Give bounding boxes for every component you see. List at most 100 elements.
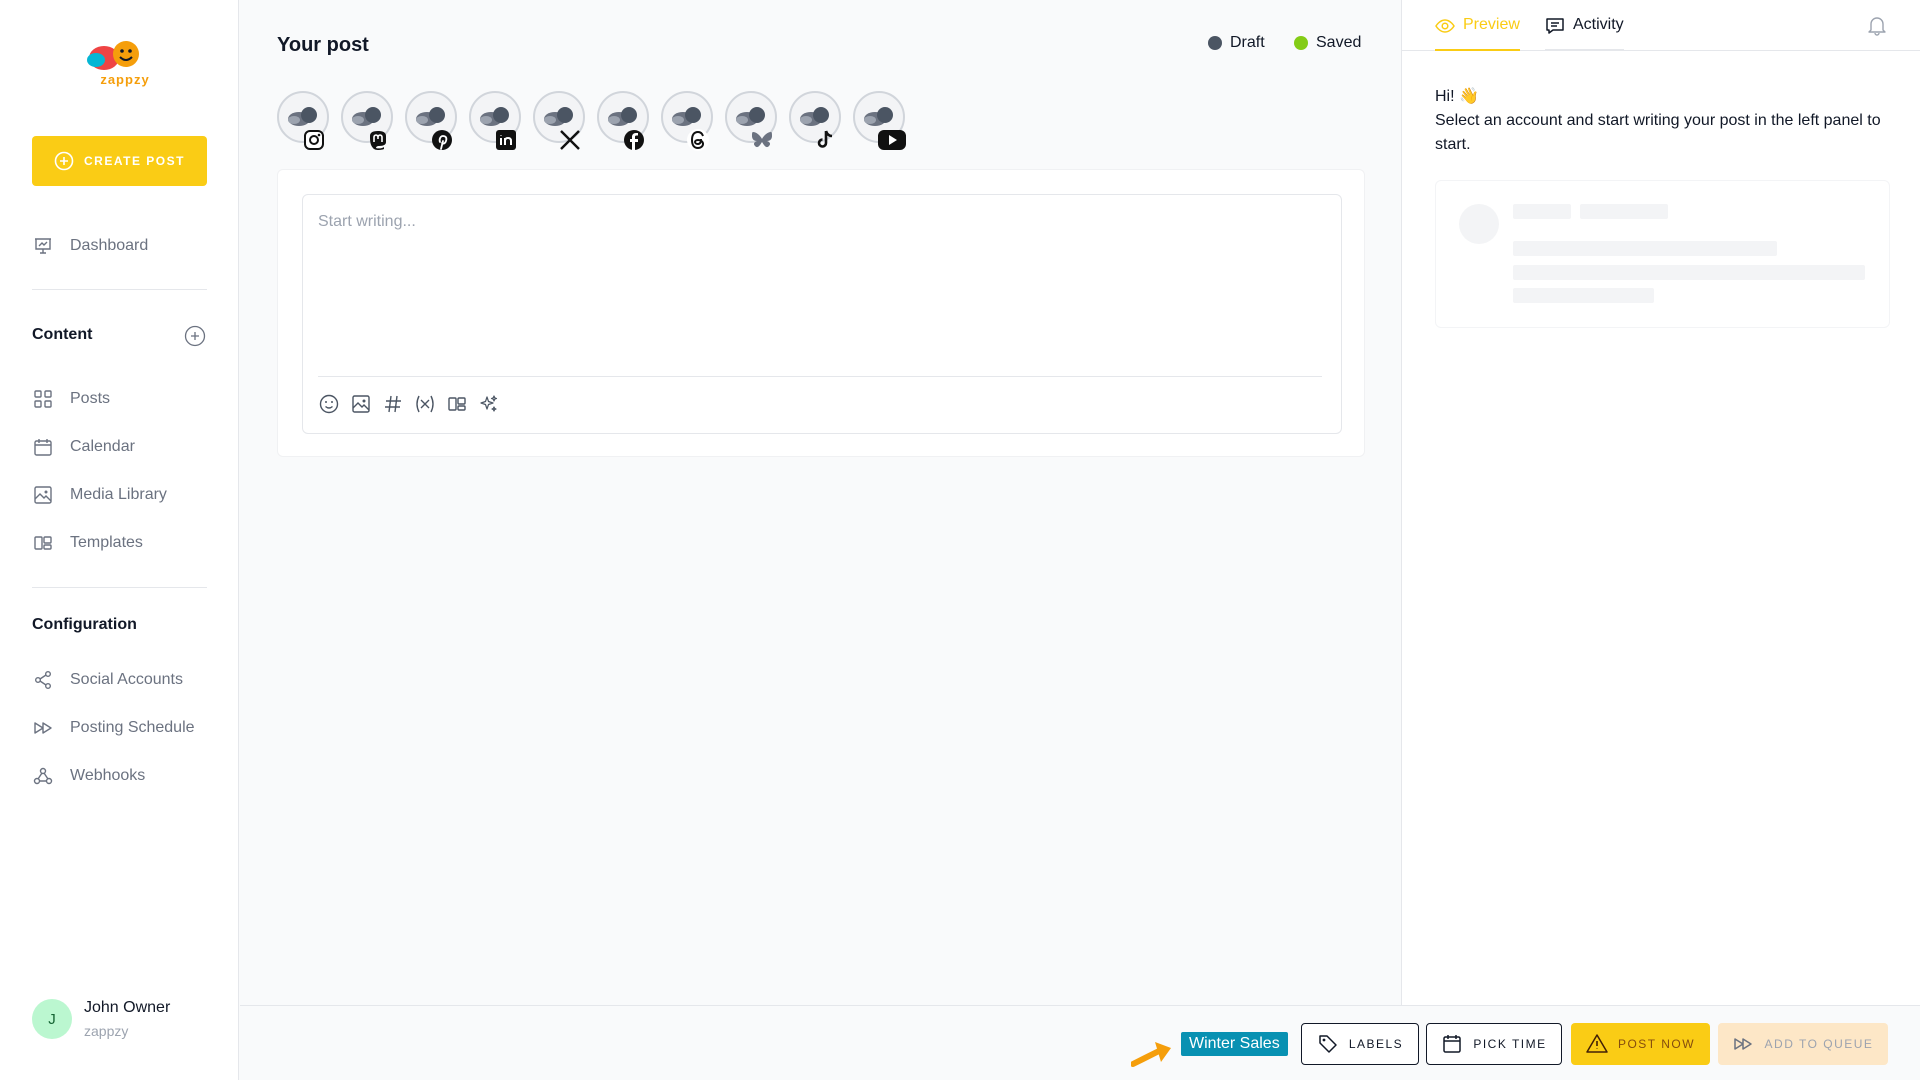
instagram-icon: [301, 127, 327, 153]
sidebar-item-webhooks[interactable]: Webhooks: [32, 761, 207, 791]
sidebar-item-dashboard[interactable]: Dashboard: [32, 231, 207, 261]
add-content-icon[interactable]: [184, 325, 206, 347]
calendar-icon: [1443, 1035, 1462, 1053]
fast-forward-icon: [32, 717, 54, 739]
account-threads[interactable]: [661, 91, 713, 151]
comment-icon: [1546, 18, 1564, 34]
logo-text: zappzy: [100, 72, 150, 87]
sidebar-item-label: Calendar: [70, 438, 135, 455]
tab-preview[interactable]: Preview: [1435, 16, 1520, 51]
hashtag-icon[interactable]: [382, 393, 404, 415]
fast-forward-icon: [1733, 1038, 1752, 1050]
sidebar-item-calendar[interactable]: Calendar: [32, 432, 207, 462]
account-x[interactable]: [533, 91, 585, 151]
account-youtube[interactable]: [853, 91, 907, 153]
post-now-button-label: POST NOW: [1617, 1037, 1696, 1051]
skeleton-line: [1513, 204, 1571, 219]
templates-icon[interactable]: [446, 393, 468, 415]
tag-icon: [1319, 1035, 1337, 1053]
user-organization: zappzy: [84, 1023, 129, 1039]
share-icon: [32, 669, 54, 691]
grid-icon: [32, 388, 54, 410]
create-post-button[interactable]: CREATE POST: [32, 136, 207, 186]
draft-status: Draft: [1208, 34, 1265, 52]
draft-label: Draft: [1230, 34, 1265, 51]
plus-circle-icon: [54, 151, 74, 171]
pick-time-button[interactable]: PICK TIME: [1426, 1023, 1562, 1065]
sidebar-item-media-library[interactable]: Media Library: [32, 480, 207, 510]
account-pinterest[interactable]: [405, 91, 457, 151]
bluesky-icon: [749, 127, 775, 153]
bell-icon[interactable]: [1866, 14, 1888, 36]
skeleton-line: [1513, 265, 1865, 280]
mastodon-icon: [365, 127, 391, 153]
sidebar-divider: [32, 289, 207, 290]
linkedin-icon: [493, 127, 519, 153]
sidebar-item-social-accounts[interactable]: Social Accounts: [32, 665, 207, 695]
editor-toolbar: [318, 393, 500, 415]
sidebar-item-posting-schedule[interactable]: Posting Schedule: [32, 713, 207, 743]
pick-time-button-label: PICK TIME: [1473, 1037, 1547, 1051]
sidebar-item-label: Webhooks: [70, 767, 146, 784]
x-icon: [557, 127, 583, 153]
saved-status: Saved: [1294, 34, 1361, 52]
threads-icon: [685, 127, 711, 153]
sidebar: zappzy CREATE POST Dashboard Content Pos…: [0, 0, 239, 1080]
sidebar-item-templates[interactable]: Templates: [32, 528, 207, 558]
editor-divider: [318, 376, 1322, 377]
skeleton-line: [1513, 241, 1777, 256]
sidebar-item-label: Media Library: [70, 486, 167, 503]
account-instagram[interactable]: [277, 91, 329, 151]
image-icon[interactable]: [350, 393, 372, 415]
account-selector: [277, 91, 907, 153]
preview-intro: Hi! 👋 Select an account and start writin…: [1435, 85, 1895, 157]
draft-dot-icon: [1208, 36, 1222, 50]
variable-icon[interactable]: [414, 393, 436, 415]
eye-icon: [1435, 19, 1455, 33]
logo-mark-icon: [87, 41, 139, 70]
youtube-icon: [877, 127, 907, 153]
labels-button[interactable]: LABELS: [1301, 1023, 1419, 1065]
arrow-pointer-icon: [1131, 1040, 1173, 1068]
configuration-section-title: Configuration: [32, 616, 137, 633]
tab-preview-label: Preview: [1463, 16, 1520, 33]
avatar[interactable]: J: [32, 999, 72, 1039]
post-editor: [302, 194, 1342, 434]
pinterest-icon: [429, 127, 455, 153]
ai-sparkles-icon[interactable]: [478, 393, 500, 415]
account-tiktok[interactable]: [789, 91, 841, 151]
preview-tabs: Preview Activity: [1402, 0, 1920, 51]
sidebar-item-label: Social Accounts: [70, 671, 183, 688]
tiktok-icon: [813, 127, 839, 153]
add-to-queue-button[interactable]: ADD TO QUEUE: [1718, 1023, 1888, 1065]
post-preview-skeleton: [1435, 180, 1890, 328]
sidebar-item-posts[interactable]: Posts: [32, 384, 207, 414]
calendar-icon: [32, 436, 54, 458]
templates-icon: [32, 532, 54, 554]
post-composer: Your post Draft Saved: [240, 0, 1401, 1005]
instructions: Select an account and start writing your…: [1435, 112, 1881, 153]
account-linkedin[interactable]: [469, 91, 521, 151]
page-title: Your post: [277, 34, 369, 56]
facebook-icon: [621, 127, 647, 153]
preview-panel: Preview Activity Hi! 👋 Select an account…: [1401, 0, 1920, 1005]
emoji-icon[interactable]: [318, 393, 340, 415]
post-text-input[interactable]: [318, 213, 1318, 363]
skeleton-line: [1580, 204, 1668, 219]
account-facebook[interactable]: [597, 91, 649, 151]
tab-activity[interactable]: Activity: [1545, 16, 1624, 51]
user-name[interactable]: John Owner: [84, 999, 170, 1017]
sidebar-item-label: Dashboard: [70, 237, 149, 254]
label-chip-winter-sales[interactable]: Winter Sales: [1181, 1032, 1288, 1056]
post-now-button[interactable]: POST NOW: [1571, 1023, 1710, 1065]
zappzy-logo[interactable]: zappzy: [82, 36, 158, 92]
presentation-chart-icon: [32, 235, 54, 257]
skeleton-avatar: [1459, 204, 1499, 244]
add-to-queue-button-label: ADD TO QUEUE: [1764, 1037, 1874, 1051]
account-mastodon[interactable]: [341, 91, 393, 151]
labels-button-label: LABELS: [1348, 1037, 1404, 1051]
account-bluesky[interactable]: [725, 91, 777, 151]
image-icon: [32, 484, 54, 506]
action-bar: Winter Sales LABELS PICK TIME POST NOW A…: [240, 1005, 1920, 1080]
skeleton-line: [1513, 288, 1654, 303]
